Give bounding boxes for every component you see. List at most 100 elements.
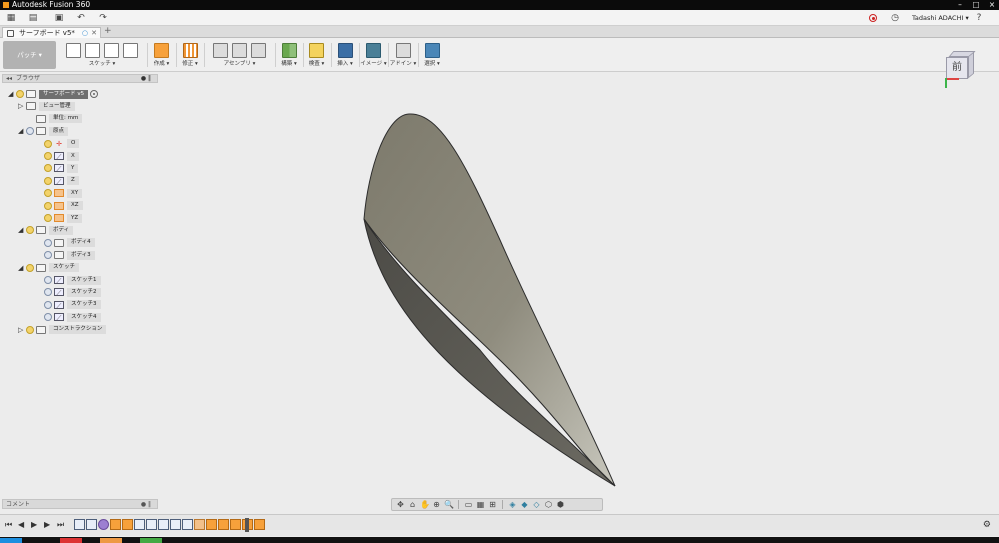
visibility-bulb-icon[interactable] — [44, 276, 52, 284]
visibility-bulb-icon[interactable] — [44, 152, 52, 160]
browser-node-label[interactable]: O — [67, 139, 80, 149]
timeline-feature-icon[interactable] — [134, 519, 145, 530]
browser-node-label[interactable]: XZ — [67, 201, 83, 211]
right-view-icon[interactable]: ⬡ — [544, 500, 553, 509]
browser-node[interactable]: ボディ3 — [36, 250, 95, 260]
pan-icon[interactable]: ✋ — [420, 500, 430, 509]
browser-node-label[interactable]: ボディ3 — [67, 250, 95, 260]
visibility-bulb-icon[interactable] — [44, 164, 52, 173]
timeline-settings-icon[interactable]: ⚙ — [983, 520, 991, 530]
browser-node[interactable]: ▷ コンストラクション — [18, 325, 107, 335]
visibility-bulb-icon[interactable] — [44, 189, 52, 198]
visibility-bulb-icon[interactable] — [44, 139, 52, 148]
expand-toggle-icon[interactable]: ▷ — [18, 326, 26, 334]
comments-pin-icon[interactable]: ● ‖ — [141, 500, 151, 509]
timeline-feature-icon[interactable] — [158, 519, 169, 530]
visibility-bulb-icon[interactable] — [16, 90, 24, 98]
timeline-feature-icon[interactable] — [218, 519, 229, 530]
browser-node-label[interactable]: ビュー管理 — [39, 101, 75, 111]
browser-node-label[interactable]: スケッチ2 — [67, 287, 101, 297]
browser-node[interactable]: ✛ O — [36, 139, 80, 149]
expand-toggle-icon[interactable]: ◢ — [18, 226, 26, 234]
viewport-layout-icon[interactable]: ⊞ — [488, 500, 497, 509]
timeline-next-button[interactable]: ▶ — [44, 520, 50, 529]
expand-toggle-icon[interactable]: ◢ — [18, 127, 26, 135]
browser-node[interactable]: ⟋ スケッチ2 — [36, 287, 101, 297]
taskbar-start-icon[interactable] — [0, 538, 22, 543]
visibility-bulb-icon[interactable] — [26, 226, 34, 235]
look-at-icon[interactable]: ⌂ — [408, 500, 417, 509]
browser-node-label[interactable]: XY — [67, 188, 83, 198]
browser-node[interactable]: ◢ 原点 — [18, 126, 69, 136]
browser-node-label[interactable]: 単位: mm — [49, 114, 83, 124]
browser-root-node[interactable]: ◢ サーフボード v5 — [8, 89, 99, 99]
front-view-icon[interactable]: ◆ — [520, 500, 529, 509]
browser-node-label[interactable]: YZ — [67, 213, 83, 223]
expand-toggle-icon[interactable]: ◢ — [8, 90, 16, 98]
browser-node[interactable]: ⟋ スケッチ3 — [36, 300, 101, 310]
browser-node-label[interactable]: ボディ — [49, 225, 74, 235]
collapse-icon[interactable]: ◂◂ — [6, 75, 12, 83]
timeline-feature-icon[interactable] — [182, 519, 193, 530]
visibility-bulb-icon[interactable] — [44, 251, 52, 260]
comments-panel[interactable]: コメント ● ‖ — [2, 499, 158, 509]
browser-node[interactable]: 単位: mm — [28, 114, 83, 124]
browser-node-label[interactable]: ボディ4 — [67, 238, 95, 248]
browser-node-label[interactable]: 原点 — [49, 126, 69, 136]
timeline-feature-icon[interactable] — [206, 519, 217, 530]
browser-node[interactable]: ⟋ スケッチ4 — [36, 312, 101, 322]
browser-node[interactable]: ⟋ Y — [36, 163, 79, 173]
timeline-play-button[interactable]: ▶ — [31, 520, 37, 529]
timeline-last-button[interactable]: ⏭ — [57, 520, 64, 530]
visibility-bulb-icon[interactable] — [44, 313, 52, 322]
timeline-feature-icon[interactable] — [86, 519, 97, 530]
visibility-bulb-icon[interactable] — [44, 238, 52, 247]
visibility-bulb-icon[interactable] — [44, 288, 52, 297]
timeline-feature-icon[interactable] — [146, 519, 157, 530]
browser-node[interactable]: ボディ4 — [36, 238, 95, 248]
visibility-bulb-icon[interactable] — [44, 201, 52, 210]
timeline-feature-icon[interactable] — [122, 519, 133, 530]
home-view-icon[interactable]: ◈ — [508, 500, 517, 509]
timeline-feature-icon[interactable] — [98, 519, 109, 530]
browser-node[interactable]: XZ — [36, 201, 83, 211]
browser-node[interactable]: ⟋ Z — [36, 176, 79, 186]
timeline-feature-icon[interactable] — [254, 519, 265, 530]
display-settings-icon[interactable]: ▭ — [464, 500, 473, 509]
browser-header[interactable]: ◂◂ ブラウザ ● ‖ — [2, 74, 158, 83]
browser-node[interactable]: ◢ スケッチ — [18, 263, 80, 273]
timeline-feature-icon[interactable] — [74, 519, 85, 530]
browser-node[interactable]: ⟋ スケッチ1 — [36, 275, 101, 285]
visibility-bulb-icon[interactable] — [44, 300, 52, 309]
visibility-bulb-icon[interactable] — [26, 127, 34, 136]
visibility-bulb-icon[interactable] — [44, 176, 52, 185]
browser-node-label[interactable]: スケッチ3 — [67, 300, 101, 310]
visibility-bulb-icon[interactable] — [44, 214, 52, 222]
taskbar-app-icon[interactable] — [100, 538, 122, 543]
taskbar-app-icon[interactable] — [60, 538, 82, 543]
timeline-marker[interactable] — [245, 518, 249, 532]
top-view-icon[interactable]: ◇ — [532, 500, 541, 509]
expand-toggle-icon[interactable]: ◢ — [18, 264, 26, 272]
grid-settings-icon[interactable]: ▦ — [476, 500, 485, 509]
visibility-bulb-icon[interactable] — [26, 263, 34, 272]
browser-node[interactable]: YZ — [36, 213, 83, 223]
timeline-feature-icon[interactable] — [110, 519, 121, 530]
timeline-feature-icon[interactable] — [230, 519, 241, 530]
timeline-feature-icon[interactable] — [170, 519, 181, 530]
zoom-window-icon[interactable]: ⊕ — [432, 500, 441, 509]
browser-node-label[interactable]: X — [67, 151, 79, 161]
browser-node[interactable]: ⟋ X — [36, 151, 79, 161]
browser-node[interactable]: XY — [36, 188, 83, 198]
timeline-feature-icon[interactable] — [194, 519, 205, 530]
expand-toggle-icon[interactable]: ▷ — [18, 102, 26, 110]
browser-node-label[interactable]: サーフボード v5 — [39, 89, 89, 99]
browser-node-label[interactable]: コンストラクション — [49, 325, 107, 335]
browser-node-label[interactable]: Y — [67, 163, 79, 173]
timeline-first-button[interactable]: ⏮ — [5, 520, 12, 530]
browser-node-label[interactable]: スケッチ1 — [67, 275, 101, 285]
orbit-icon[interactable]: ✥ — [396, 500, 405, 509]
browser-pin-icon[interactable]: ● ‖ — [141, 75, 151, 83]
browser-node[interactable]: ▷ ビュー管理 — [18, 101, 75, 111]
activate-component-icon[interactable] — [90, 90, 99, 98]
